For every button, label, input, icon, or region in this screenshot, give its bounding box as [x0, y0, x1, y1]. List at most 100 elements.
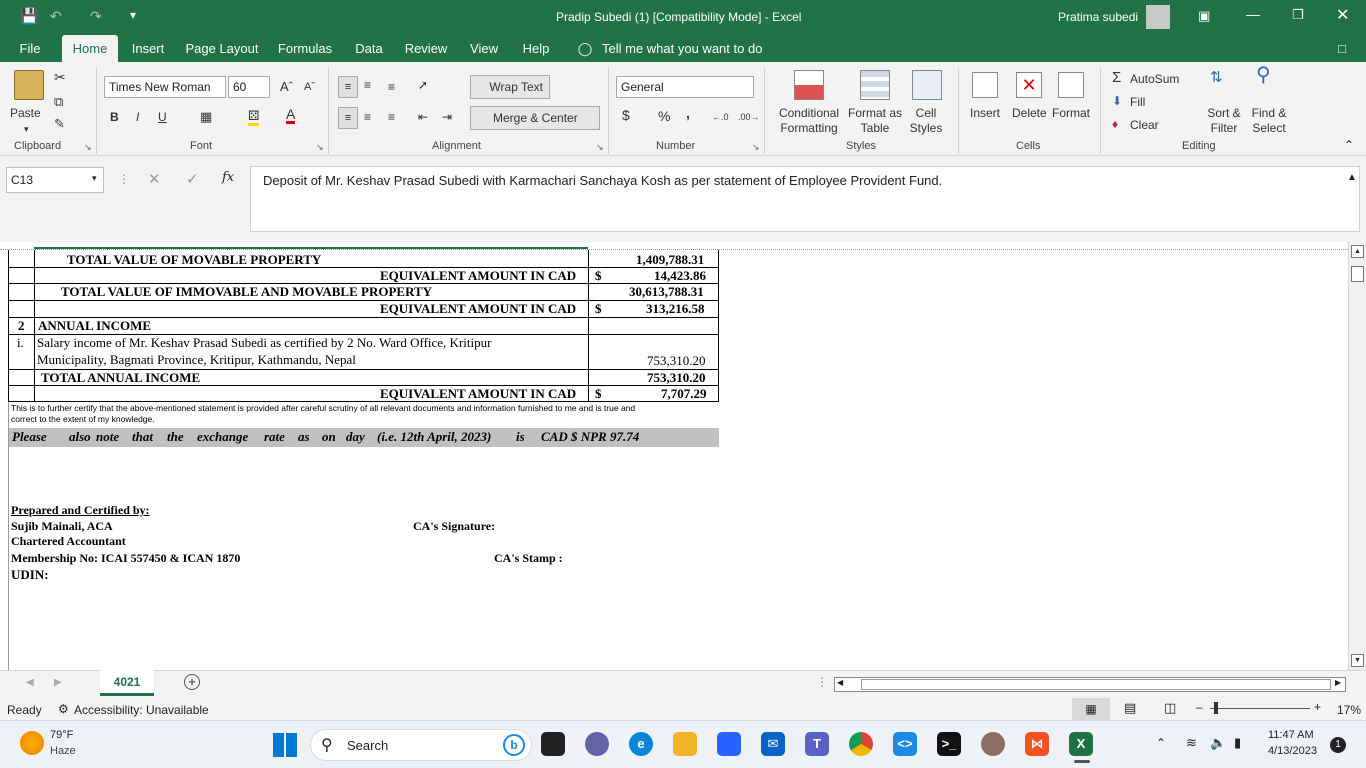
zoom-slider-thumb[interactable] [1214, 702, 1218, 714]
paste-button[interactable]: Paste [10, 106, 41, 121]
paste-icon[interactable] [14, 70, 44, 100]
alignment-launcher-icon[interactable]: ↘ [596, 142, 604, 153]
excel-taskbar-icon[interactable]: X [1069, 732, 1093, 756]
vertical-scrollbar[interactable]: ▲ ▼ [1348, 242, 1366, 670]
tab-page-layout[interactable]: Page Layout [182, 35, 262, 62]
mail-icon[interactable]: ✉ [761, 732, 785, 756]
next-sheet-icon[interactable]: ▶ [54, 677, 62, 688]
horizontal-scroll-thumb[interactable] [861, 679, 1331, 690]
file-explorer-icon[interactable] [673, 732, 697, 756]
movable-total-value[interactable]: 1,409,788.31 [636, 252, 704, 268]
weather-temperature[interactable]: 79°F [50, 729, 73, 741]
increase-indent-icon[interactable]: ⇥ [442, 110, 452, 125]
notification-badge[interactable]: 1 [1330, 737, 1346, 753]
paste-dropdown-icon[interactable]: ▾ [24, 122, 29, 137]
tab-help[interactable]: Help [516, 35, 556, 62]
align-right-icon[interactable]: ≡ [388, 110, 395, 125]
format-cells-icon[interactable] [1058, 72, 1084, 98]
format-button[interactable]: Format [1052, 106, 1090, 121]
decrease-indent-icon[interactable]: ⇤ [418, 110, 428, 125]
font-family-select[interactable]: Times New Roman [104, 76, 226, 98]
cancel-entry-icon[interactable]: ✕ [148, 170, 161, 188]
tab-review[interactable]: Review [400, 35, 452, 62]
salary-description-line1[interactable]: Salary income of Mr. Keshav Prasad Subed… [37, 335, 491, 351]
income-cad-symbol[interactable]: $ [595, 386, 602, 402]
tab-home[interactable]: Home [62, 35, 118, 62]
movable-total-label[interactable]: TOTAL VALUE OF MOVABLE PROPERTY [67, 252, 321, 268]
certification-line1[interactable]: This is to further certify that the abov… [11, 403, 635, 413]
align-middle-icon[interactable]: ≡ [364, 78, 371, 93]
scroll-right-icon[interactable]: ▶ [1335, 678, 1341, 687]
formula-input[interactable]: Deposit of Mr. Keshav Prasad Subedi with… [250, 166, 1360, 232]
fill-icon[interactable]: ⬇ [1112, 94, 1122, 109]
new-sheet-icon[interactable]: + [184, 674, 200, 690]
quick-access-customize-icon[interactable]: ▾ [130, 8, 136, 22]
ca-signature-label[interactable]: CA's Signature: [413, 519, 495, 534]
movable-cad-value[interactable]: 14,423.86 [654, 268, 706, 284]
salary-value[interactable]: 753,310.20 [647, 353, 706, 369]
zoom-level[interactable]: 17% [1337, 703, 1361, 717]
weather-icon[interactable] [20, 731, 44, 755]
restore-icon[interactable]: ❐ [1292, 7, 1304, 23]
tell-me-search[interactable]: Tell me what you want to do [602, 35, 762, 62]
scroll-left-icon[interactable]: ◀ [837, 678, 843, 687]
collapse-formula-bar-icon[interactable]: ▲ [1347, 172, 1357, 183]
prev-sheet-icon[interactable]: ◀ [26, 677, 34, 688]
total-income-value[interactable]: 753,310.20 [647, 370, 706, 386]
income-cad-value[interactable]: 7,707.29 [661, 386, 707, 402]
cell-styles-button[interactable]: Cell Styles [904, 106, 948, 136]
start-windows-icon[interactable] [273, 733, 297, 757]
minimize-icon[interactable]: — [1246, 6, 1260, 22]
bold-button[interactable]: B [110, 110, 119, 125]
vertical-scroll-thumb[interactable] [1351, 266, 1364, 282]
normal-view-icon[interactable]: ▦ [1072, 698, 1110, 720]
bing-icon[interactable]: b [503, 734, 525, 756]
clipboard-launcher-icon[interactable]: ↘ [84, 142, 92, 153]
task-view-icon[interactable] [541, 732, 565, 756]
clock-date[interactable]: 4/13/2023 [1268, 745, 1317, 757]
app-icon[interactable] [981, 732, 1005, 756]
battery-icon[interactable]: ▮ [1234, 735, 1241, 751]
clear-icon[interactable]: ♦ [1112, 117, 1118, 132]
accessibility-status[interactable]: Accessibility: Unavailable [74, 703, 209, 717]
increase-decimal-icon[interactable]: ←.0 [712, 110, 729, 125]
scroll-up-icon[interactable]: ▲ [1351, 245, 1364, 258]
property-cad-value[interactable]: 313,216.58 [646, 301, 705, 317]
delete-button[interactable]: Delete [1012, 106, 1047, 121]
page-layout-view-icon[interactable]: ▤ [1124, 700, 1136, 716]
format-as-table-button[interactable]: Format as Table [848, 106, 902, 136]
edge-icon[interactable]: e [629, 732, 653, 756]
clear-button[interactable]: Clear [1130, 118, 1159, 133]
movable-cad-label[interactable]: EQUIVALENT AMOUNT IN CAD [380, 268, 576, 284]
increase-font-icon[interactable]: Aˆ [280, 79, 293, 94]
total-property-label[interactable]: TOTAL VALUE OF IMMOVABLE AND MOVABLE PRO… [61, 284, 432, 300]
tab-split-handle[interactable]: ⋮ [816, 675, 828, 689]
format-as-table-icon[interactable] [860, 70, 890, 100]
name-box-dropdown-icon[interactable]: ▾ [92, 173, 97, 184]
annual-income-number[interactable]: 2 [18, 318, 25, 334]
ribbon-display-icon[interactable]: ▣ [1198, 8, 1210, 24]
font-color-icon[interactable]: A [286, 107, 296, 124]
page-break-view-icon[interactable]: ◫ [1164, 700, 1176, 716]
align-top-icon[interactable]: ≡ [338, 76, 358, 98]
meet-icon[interactable] [585, 732, 609, 756]
italic-button[interactable]: I [136, 110, 139, 125]
cell-styles-icon[interactable] [912, 70, 942, 100]
comma-style-button[interactable]: , [686, 106, 690, 121]
wifi-icon[interactable]: ≋ [1186, 735, 1197, 751]
collapse-ribbon-icon[interactable]: ⌃ [1344, 138, 1354, 152]
total-income-label[interactable]: TOTAL ANNUAL INCOME [41, 370, 200, 386]
close-icon[interactable]: ✕ [1336, 5, 1349, 25]
insert-function-icon[interactable]: fx [222, 170, 234, 185]
membership-number[interactable]: Membership No: ICAI 557450 & ICAN 1870 [11, 551, 240, 566]
number-launcher-icon[interactable]: ↘ [752, 142, 760, 153]
autosum-button[interactable]: AutoSum [1130, 72, 1179, 87]
exchange-rate-note[interactable]: Please also note that the exchange rate … [8, 428, 719, 447]
find-select-button[interactable]: Find & Select [1248, 106, 1290, 136]
decrease-font-icon[interactable]: Aˇ [304, 80, 315, 95]
underline-button[interactable]: U [158, 110, 167, 125]
insert-cells-icon[interactable] [972, 72, 998, 98]
cut-icon[interactable]: ✂ [54, 70, 66, 85]
property-cad-label[interactable]: EQUIVALENT AMOUNT IN CAD [380, 301, 576, 317]
insert-button[interactable]: Insert [970, 106, 1000, 121]
